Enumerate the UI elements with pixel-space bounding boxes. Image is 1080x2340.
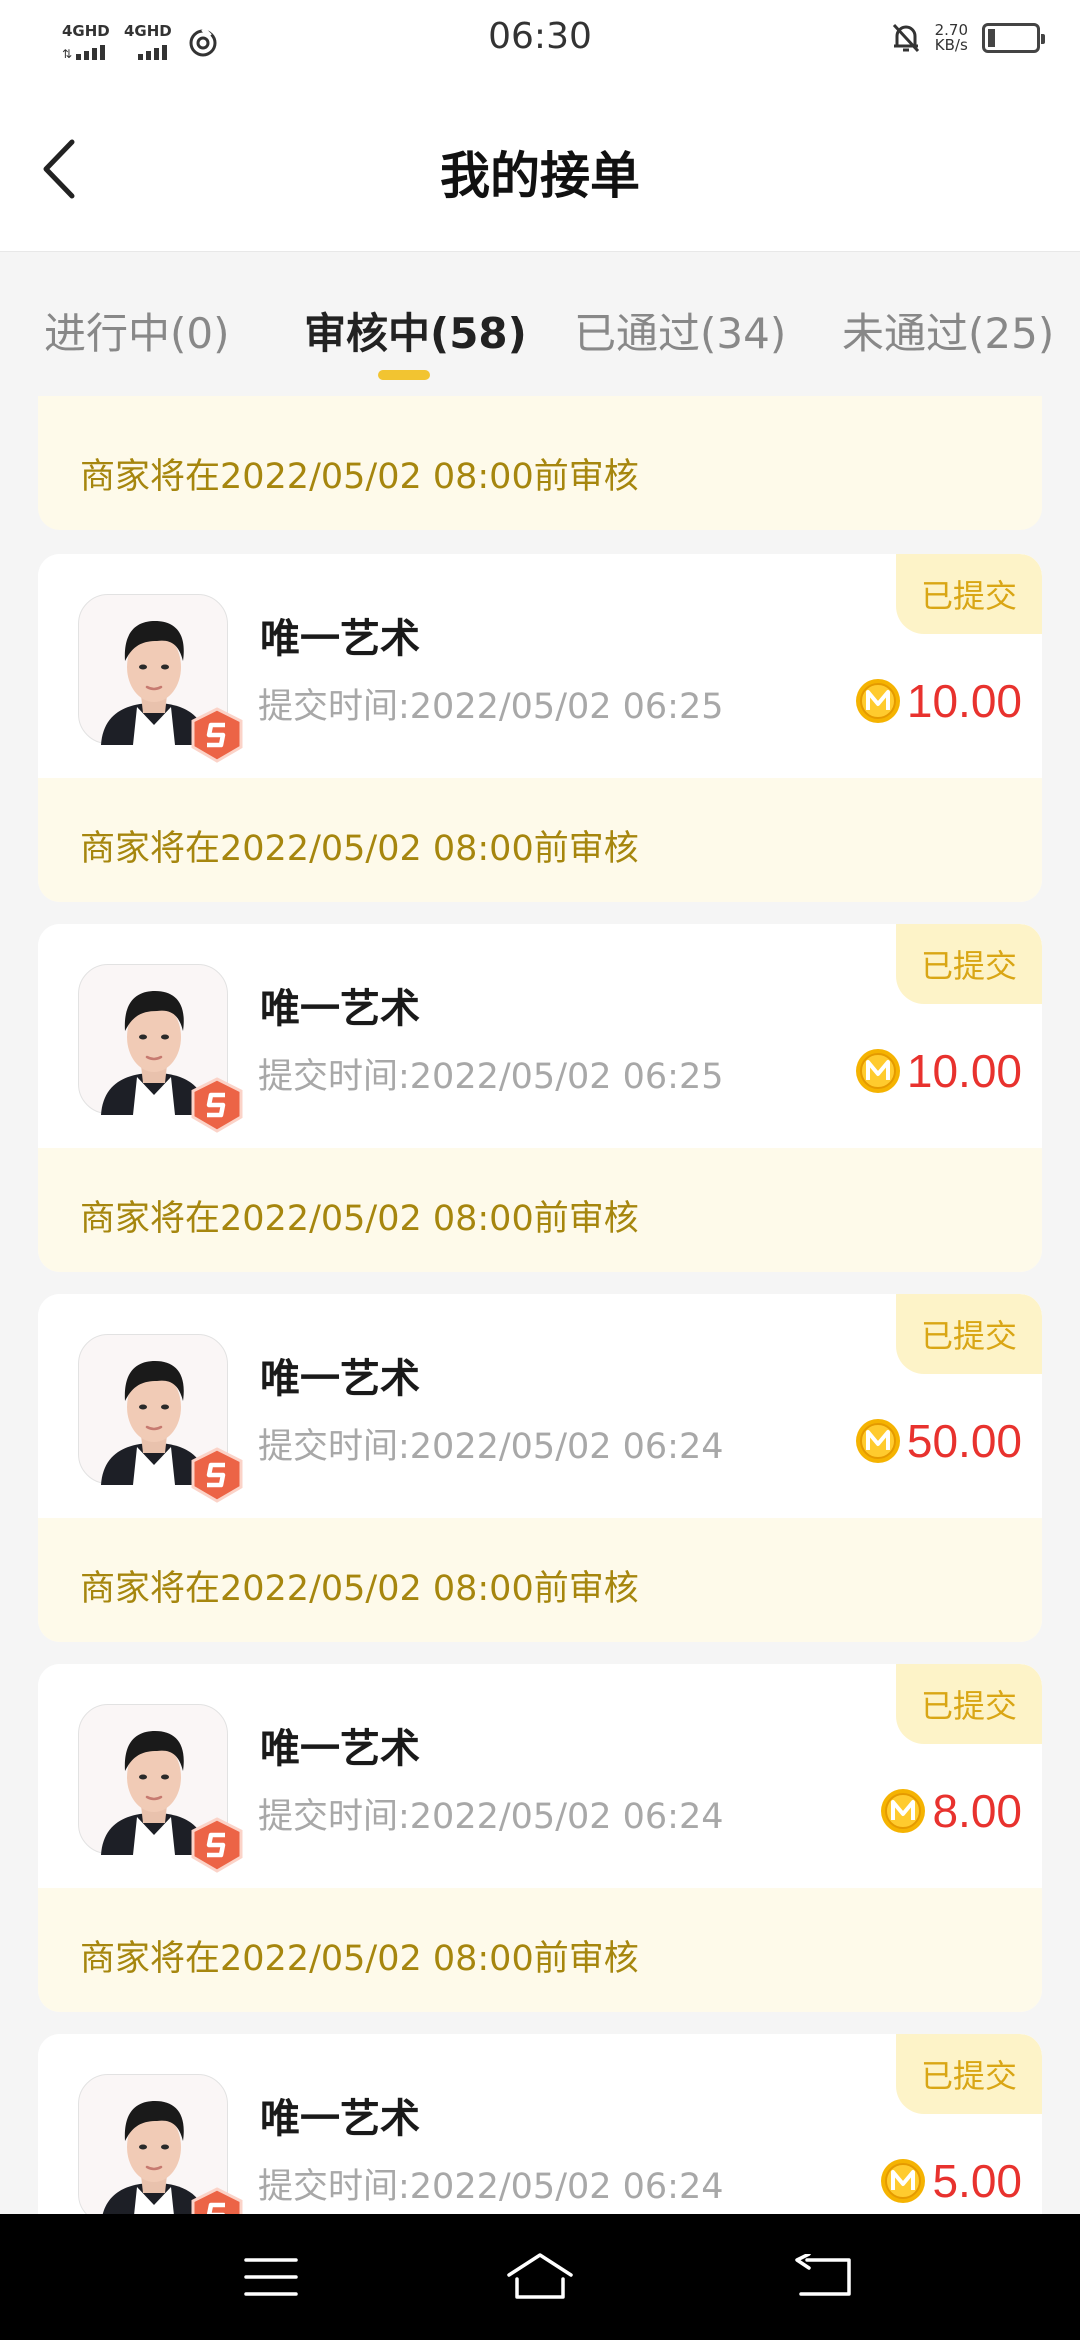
- merchant-avatar: [78, 964, 243, 1133]
- review-notice: 商家将在2022/05/02 08:00前审核: [80, 829, 639, 869]
- m-coin-icon: [855, 1049, 900, 1093]
- m-coin-icon: [881, 2159, 926, 2203]
- home-icon: [507, 2253, 573, 2299]
- order-card-footer: 商家将在2022/05/02 08:00前审核: [38, 1518, 1042, 1642]
- reward: 5.00: [880, 2154, 1022, 2208]
- review-notice: 商家将在2022/05/02 08:00前审核: [80, 457, 639, 497]
- status-badge: 已提交: [896, 924, 1042, 1004]
- submit-time: 提交时间:2022/05/02 06:25: [258, 1057, 724, 1097]
- order-card-body: 唯一艺术 提交时间:2022/05/02 06:24 已提交 50.00: [38, 1294, 1042, 1518]
- s-badge-icon: [191, 1077, 243, 1133]
- battery-icon: [982, 23, 1045, 53]
- merchant-name: 唯一艺术: [260, 986, 420, 1032]
- order-card-body: 唯一艺术 提交时间:2022/05/02 06:25 已提交 10.00: [38, 554, 1042, 778]
- status-badge: 已提交: [896, 2034, 1042, 2114]
- page-title: 我的接单: [440, 147, 640, 205]
- reward-amount: 50.00: [906, 1415, 1022, 1467]
- review-notice: 商家将在2022/05/02 08:00前审核: [80, 1569, 639, 1609]
- bell-muted-icon: [892, 23, 919, 53]
- order-card-body: 唯一艺术 提交时间:2022/05/02 06:24 已提交 8.00: [38, 1664, 1042, 1888]
- order-card-footer: 商家将在2022/05/02 08:00前审核: [38, 778, 1042, 902]
- reward: 50.00: [855, 1414, 1022, 1468]
- reward: 10.00: [855, 674, 1022, 728]
- order-card[interactable]: 唯一艺术 提交时间:2022/05/02 06:24 已提交 8.00 商家将在…: [38, 1664, 1042, 2012]
- s-badge-icon: [191, 1447, 243, 1503]
- review-notice: 商家将在2022/05/02 08:00前审核: [80, 1939, 639, 1979]
- return-icon: [795, 2254, 851, 2296]
- status-badge: 已提交: [896, 554, 1042, 634]
- order-card[interactable]: 唯一艺术 提交时间:2022/05/02 06:25 已提交 10.00 商家将…: [38, 554, 1042, 902]
- merchant-avatar: [78, 2074, 243, 2214]
- merchant-name: 唯一艺术: [260, 1726, 420, 1772]
- reward-amount: 10.00: [906, 675, 1022, 727]
- active-tab-indicator: [378, 370, 430, 380]
- tab-in-progress[interactable]: 进行中(0): [44, 300, 230, 361]
- s-badge-icon: [191, 2187, 243, 2214]
- tab-approved[interactable]: 已通过(34): [574, 300, 786, 361]
- reward-amount: 10.00: [906, 1045, 1022, 1097]
- reward-amount: 5.00: [932, 2155, 1022, 2207]
- order-list[interactable]: 商家将在2022/05/02 08:00前审核 唯一艺术 提交时间:2022/0…: [0, 396, 1080, 2214]
- m-coin-icon: [855, 679, 900, 723]
- merchant-avatar: [78, 594, 243, 763]
- submit-time: 提交时间:2022/05/02 06:24: [258, 1427, 724, 1467]
- merchant-name: 唯一艺术: [260, 2096, 420, 2142]
- submit-time: 提交时间:2022/05/02 06:24: [258, 2167, 724, 2207]
- order-card-body: 唯一艺术 提交时间:2022/05/02 06:25 已提交 10.00: [38, 924, 1042, 1148]
- merchant-avatar: [78, 1334, 243, 1503]
- submit-time: 提交时间:2022/05/02 06:24: [258, 1797, 724, 1837]
- reward: 10.00: [855, 1044, 1022, 1098]
- nav-return-button[interactable]: [788, 2244, 858, 2310]
- network-speed: 2.70 KB/s: [935, 23, 968, 53]
- status-right: 2.70 KB/s: [891, 22, 1045, 54]
- submit-time: 提交时间:2022/05/02 06:25: [258, 687, 724, 727]
- status-bar: 4GHD ⇅ 4GHD 06:30 2.70 KB/s: [0, 0, 1080, 84]
- system-nav-bar: [0, 2214, 1080, 2340]
- m-coin-icon: [855, 1419, 900, 1463]
- merchant-avatar: [78, 1704, 243, 1873]
- menu-icon: [244, 2258, 298, 2296]
- speed-unit: KB/s: [934, 36, 968, 54]
- merchant-name: 唯一艺术: [260, 616, 420, 662]
- review-notice: 商家将在2022/05/02 08:00前审核: [80, 1199, 639, 1239]
- merchant-name: 唯一艺术: [260, 1356, 420, 1402]
- status-tabs: 进行中(0) 审核中(58) 已通过(34) 未通过(25): [0, 252, 1080, 392]
- tab-under-review[interactable]: 审核中(58): [304, 300, 527, 361]
- m-coin-icon: [881, 1789, 926, 1833]
- reward: 8.00: [880, 1784, 1022, 1838]
- s-badge-icon: [191, 707, 243, 763]
- partial-card-footer: 商家将在2022/05/02 08:00前审核: [38, 396, 1042, 530]
- order-card-footer: 商家将在2022/05/02 08:00前审核: [38, 1148, 1042, 1272]
- reward-amount: 8.00: [932, 1785, 1022, 1837]
- order-card-footer: 商家将在2022/05/02 08:00前审核: [38, 1888, 1042, 2012]
- tab-rejected[interactable]: 未通过(25): [842, 300, 1054, 361]
- nav-menu-button[interactable]: [236, 2244, 306, 2310]
- order-card[interactable]: 唯一艺术 提交时间:2022/05/02 06:25 已提交 10.00 商家将…: [38, 924, 1042, 1272]
- app-header: 我的接单: [0, 84, 1080, 252]
- status-badge: 已提交: [896, 1294, 1042, 1374]
- order-card-body: 唯一艺术 提交时间:2022/05/02 06:24 已提交 5.00: [38, 2034, 1042, 2214]
- order-card[interactable]: 唯一艺术 提交时间:2022/05/02 06:24 已提交 5.00: [38, 2034, 1042, 2214]
- status-badge: 已提交: [896, 1664, 1042, 1744]
- s-badge-icon: [191, 1817, 243, 1873]
- order-card[interactable]: 唯一艺术 提交时间:2022/05/02 06:24 已提交 50.00 商家将…: [38, 1294, 1042, 1642]
- nav-home-button[interactable]: [505, 2244, 575, 2310]
